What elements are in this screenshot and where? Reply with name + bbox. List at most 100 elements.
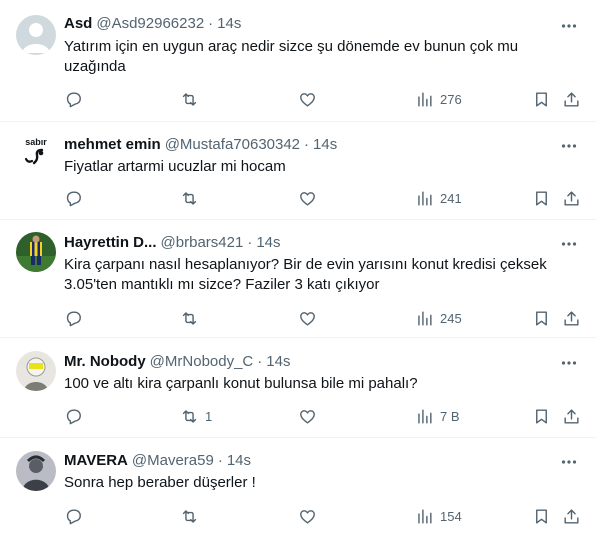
display-name[interactable]: Asd: [64, 14, 92, 34]
retweet-icon: [182, 409, 197, 423]
replies-feed: Asd @Asd92966232 · 14s Yatırım için en u…: [0, 0, 596, 537]
avatar[interactable]: [16, 351, 56, 391]
share-button[interactable]: [562, 187, 581, 209]
separator-dot: ·: [304, 136, 310, 153]
like-icon: [300, 311, 315, 326]
timestamp[interactable]: 14s: [313, 135, 337, 155]
user-handle[interactable]: @brbars421: [161, 233, 244, 253]
reply-item[interactable]: Asd @Asd92966232 · 14s Yatırım için en u…: [0, 0, 596, 122]
bookmark-button[interactable]: [532, 405, 551, 427]
display-name[interactable]: Hayrettin D...: [64, 233, 157, 253]
share-button[interactable]: [562, 307, 581, 329]
view-count: 241: [440, 190, 462, 206]
like-icon: [300, 509, 315, 524]
display-name[interactable]: Mr. Nobody: [64, 352, 146, 372]
like-button[interactable]: [298, 405, 317, 427]
reply-button[interactable]: [64, 505, 83, 527]
timestamp[interactable]: 14s: [256, 233, 280, 253]
like-button[interactable]: [298, 307, 317, 329]
more-icon[interactable]: [556, 449, 582, 475]
view-count: 154: [440, 508, 462, 524]
reply-header: Hayrettin D... @brbars421 · 14s: [64, 233, 281, 253]
reply-icon: [66, 91, 81, 107]
reply-item[interactable]: Mr. Nobody @MrNobody_C · 14s 100 ve altı…: [0, 338, 596, 438]
reply-text: Sonra hep beraber düşerler !: [64, 474, 256, 491]
reply-header: Asd @Asd92966232 · 14s: [64, 14, 241, 34]
views-button[interactable]: 276: [415, 88, 462, 110]
bookmark-icon: [536, 310, 547, 326]
bookmark-button[interactable]: [532, 187, 551, 209]
timestamp[interactable]: 14s: [266, 352, 290, 372]
reply-button[interactable]: [64, 307, 83, 329]
timestamp[interactable]: 14s: [227, 451, 251, 471]
separator-dot: ·: [217, 452, 223, 469]
like-button[interactable]: [298, 187, 317, 209]
more-icon[interactable]: [556, 133, 582, 159]
bookmark-button[interactable]: [532, 505, 551, 527]
more-icon[interactable]: [556, 231, 582, 257]
reply-header: mehmet emin @Mustafa70630342 · 14s: [64, 135, 337, 155]
action-bar: 245: [0, 307, 596, 329]
bookmark-icon: [536, 508, 547, 524]
reply-item[interactable]: Hayrettin D... @brbars421 · 14s Kira çar…: [0, 220, 596, 338]
reply-text: Fiyatlar artarmi ucuzlar mi hocam: [64, 158, 286, 175]
default-avatar-icon: [16, 15, 56, 55]
bookmark-icon: [536, 408, 547, 424]
timestamp[interactable]: 14s: [217, 14, 241, 34]
view-count: 7 B: [440, 408, 460, 424]
view-count: 276: [440, 91, 462, 107]
football-player-avatar-icon: [16, 232, 56, 272]
reply-button[interactable]: [64, 88, 83, 110]
like-icon: [300, 191, 315, 206]
share-icon: [564, 310, 579, 326]
retweet-button[interactable]: [180, 307, 205, 329]
reply-text: 100 ve altı kira çarpanlı konut bulunsa …: [64, 375, 418, 392]
masked-figure-avatar-icon: [16, 351, 56, 391]
share-icon: [564, 408, 579, 424]
more-icon[interactable]: [556, 13, 582, 39]
retweet-button[interactable]: [180, 505, 205, 527]
views-icon: [418, 508, 432, 524]
reply-header: Mr. Nobody @MrNobody_C · 14s: [64, 352, 290, 372]
retweet-button[interactable]: [180, 88, 205, 110]
user-handle[interactable]: @Asd92966232: [96, 14, 204, 34]
share-button[interactable]: [562, 88, 581, 110]
reply-item[interactable]: MAVERA @Mavera59 · 14s Sonra hep beraber…: [0, 438, 596, 537]
share-button[interactable]: [562, 505, 581, 527]
avatar[interactable]: [16, 15, 56, 55]
retweet-icon: [182, 191, 197, 205]
reply-text: Kira çarpanı nasıl hesaplanıyor? Bir de …: [64, 256, 547, 293]
reply-item[interactable]: sabır mehmet emin @Mustafa70630342 · 14s…: [0, 122, 596, 220]
reply-button[interactable]: [64, 187, 83, 209]
share-button[interactable]: [562, 405, 581, 427]
user-handle[interactable]: @Mustafa70630342: [165, 135, 300, 155]
retweet-button[interactable]: [180, 187, 205, 209]
retweet-icon: [182, 92, 197, 106]
mavera-avatar-icon: [16, 451, 56, 491]
like-icon: [300, 92, 315, 107]
more-icon[interactable]: [556, 350, 582, 376]
bookmark-button[interactable]: [532, 88, 551, 110]
views-button[interactable]: 7 B: [415, 405, 460, 427]
avatar[interactable]: [16, 232, 56, 272]
retweet-button[interactable]: 1: [180, 405, 212, 427]
bookmark-icon: [536, 190, 547, 206]
action-bar: 154: [0, 505, 596, 527]
views-button[interactable]: 241: [415, 187, 462, 209]
bookmark-button[interactable]: [532, 307, 551, 329]
share-icon: [564, 91, 579, 107]
like-button[interactable]: [298, 88, 317, 110]
like-button[interactable]: [298, 505, 317, 527]
reply-text: Yatırım için en uygun araç nedir sizce ş…: [64, 38, 519, 75]
avatar[interactable]: [16, 451, 56, 491]
bookmark-icon: [536, 91, 547, 107]
display-name[interactable]: mehmet emin: [64, 135, 161, 155]
display-name[interactable]: MAVERA: [64, 451, 128, 471]
reply-icon: [66, 408, 81, 424]
user-handle[interactable]: @Mavera59: [132, 451, 214, 471]
views-button[interactable]: 154: [415, 505, 462, 527]
avatar[interactable]: sabır: [16, 132, 56, 172]
views-button[interactable]: 245: [415, 307, 462, 329]
reply-button[interactable]: [64, 405, 83, 427]
user-handle[interactable]: @MrNobody_C: [150, 352, 254, 372]
